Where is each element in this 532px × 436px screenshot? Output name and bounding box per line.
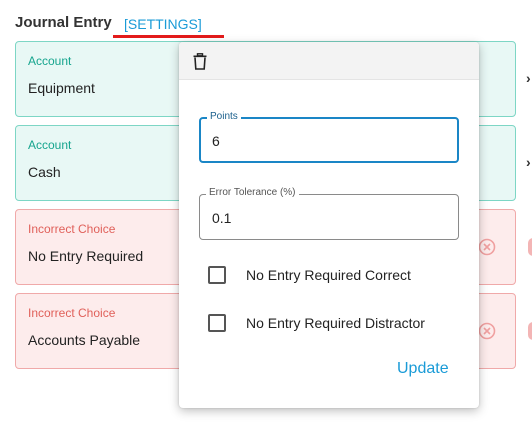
error-tolerance-label: Error Tolerance (%): [206, 187, 299, 198]
no-entry-distractor-checkbox[interactable]: [208, 314, 226, 332]
journal-entry-header: Journal Entry [SETTINGS]: [15, 14, 202, 34]
points-field[interactable]: Points 6: [199, 111, 459, 163]
expand-arrow-icon[interactable]: ›: [526, 70, 531, 86]
checkbox-label: No Entry Required Correct: [246, 267, 411, 283]
expand-arrow-icon[interactable]: ›: [526, 154, 531, 170]
no-entry-correct-checkbox[interactable]: [208, 266, 226, 284]
card-value: Cash: [28, 164, 61, 180]
settings-popup: Points 6 Error Tolerance (%) 0.1 No Entr…: [179, 42, 479, 408]
card-label: Account: [28, 138, 72, 152]
card-label: Incorrect Choice: [28, 306, 116, 320]
points-value[interactable]: 6: [212, 133, 220, 149]
error-tolerance-value[interactable]: 0.1: [212, 210, 231, 226]
card-value: Accounts Payable: [28, 332, 141, 348]
page-title: Journal Entry: [15, 14, 112, 31]
settings-link[interactable]: [SETTINGS]: [124, 16, 202, 32]
remove-circle-icon[interactable]: [478, 322, 496, 340]
update-button[interactable]: Update: [397, 360, 449, 378]
points-label: Points: [207, 111, 241, 122]
card-value: Equipment: [28, 80, 95, 96]
edge-indicator: [528, 322, 532, 340]
card-label: Account: [28, 54, 72, 68]
checkbox-label: No Entry Required Distractor: [246, 315, 425, 331]
card-value: No Entry Required: [28, 248, 144, 264]
remove-circle-icon[interactable]: [478, 238, 496, 256]
edge-indicator: [528, 238, 532, 256]
settings-underline: [113, 35, 224, 38]
error-tolerance-field[interactable]: Error Tolerance (%) 0.1: [199, 187, 459, 240]
popup-header: [179, 42, 479, 80]
trash-icon[interactable]: [193, 53, 207, 70]
card-label: Incorrect Choice: [28, 222, 116, 236]
